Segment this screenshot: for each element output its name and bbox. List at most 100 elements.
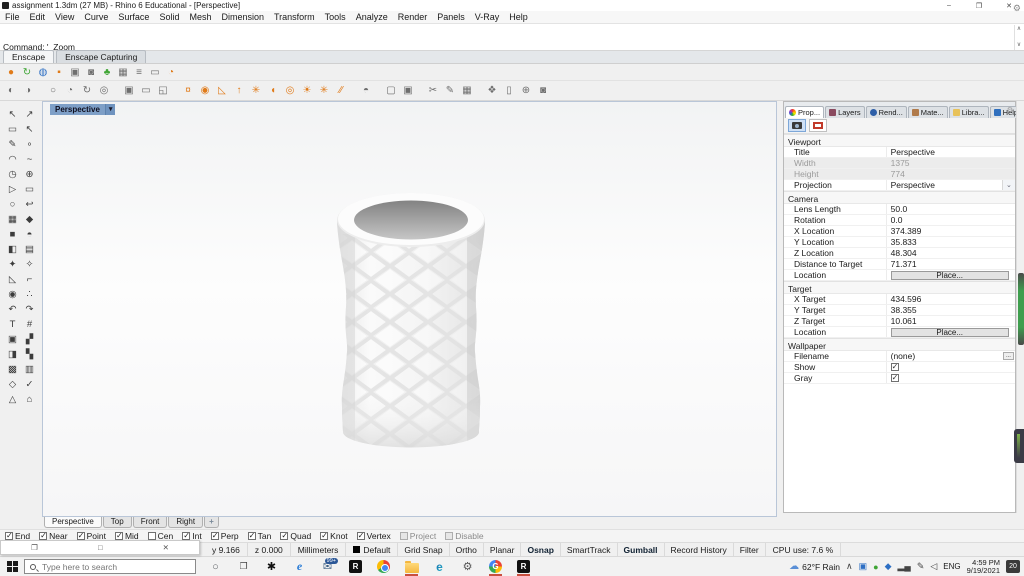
status-toggle[interactable]: Planar: [484, 543, 522, 556]
enscape-tool-icon[interactable]: ▣: [68, 65, 82, 79]
hidden-icons-chevron[interactable]: ∧: [846, 561, 853, 572]
menu-item[interactable]: Help: [504, 12, 533, 22]
clock[interactable]: 4:59 PM 9/19/2021: [967, 559, 1000, 575]
command-scroll[interactable]: ∧ ∨: [1014, 25, 1023, 50]
start-button[interactable]: [0, 557, 24, 576]
tool-icon[interactable]: ⌐: [21, 272, 38, 287]
vray-tool-icon[interactable]: ▢: [384, 84, 398, 98]
toolbar-tab[interactable]: Enscape Capturing: [56, 50, 146, 63]
osnap-toggle[interactable]: Disable: [445, 531, 483, 541]
active-layer-cell[interactable]: Default: [346, 543, 398, 556]
tool-icon[interactable]: T: [4, 317, 21, 332]
units-cell[interactable]: Millimeters: [291, 543, 347, 556]
menu-item[interactable]: V-Ray: [470, 12, 505, 22]
tool-icon[interactable]: ○: [4, 197, 21, 212]
tool-icon[interactable]: ◇: [4, 377, 21, 392]
menu-item[interactable]: Curve: [79, 12, 113, 22]
viewport-tab[interactable]: Top: [103, 517, 132, 528]
osnap-toggle[interactable]: Vertex: [357, 531, 391, 541]
rhino-taskbar-icon-2[interactable]: R: [516, 558, 531, 575]
enscape-tool-icon[interactable]: ▭: [148, 65, 162, 79]
checkbox-icon[interactable]: [891, 374, 899, 382]
tool-icon[interactable]: ✎: [4, 137, 21, 152]
vray-tool-icon[interactable]: ✳: [317, 84, 331, 98]
tool-icon[interactable]: ◺: [4, 272, 21, 287]
vray-tool-icon[interactable]: ▭: [139, 84, 153, 98]
tool-icon[interactable]: ↗: [21, 107, 38, 122]
toolbar-options-gear-icon[interactable]: ⚙: [1013, 3, 1021, 14]
tool-icon[interactable]: ▭: [21, 182, 38, 197]
tab-materials[interactable]: Mate...: [908, 106, 948, 118]
mini-maximize-icon[interactable]: □: [98, 543, 103, 552]
vray-tool-icon[interactable]: ✎: [443, 84, 457, 98]
tool-icon[interactable]: #: [21, 317, 38, 332]
vray-tool-icon[interactable]: ◔: [63, 84, 77, 98]
scroll-down-icon[interactable]: ∨: [1017, 41, 1021, 50]
enscape-tool-icon[interactable]: ◙: [84, 65, 98, 79]
enscape-tool-icon[interactable]: ◔: [164, 65, 178, 79]
pinwheel-app-icon[interactable]: ✱: [264, 558, 279, 575]
menu-item[interactable]: Transform: [269, 12, 320, 22]
viewport-tab[interactable]: +: [204, 517, 219, 528]
osnap-toggle[interactable]: Knot: [320, 531, 348, 541]
viewport-title[interactable]: Perspective: [50, 104, 105, 115]
tool-icon[interactable]: ⌂: [21, 392, 38, 407]
tool-icon[interactable]: ▥: [21, 362, 38, 377]
enscape-tool-icon[interactable]: ♣: [100, 65, 114, 79]
scrollbar-thumb[interactable]: [1018, 273, 1024, 345]
vray-tool-icon[interactable]: ◓: [359, 84, 373, 98]
vray-tool-icon[interactable]: ▣: [122, 84, 136, 98]
task-view-icon[interactable]: ❐: [236, 558, 251, 575]
osnap-toggle[interactable]: Tan: [248, 531, 272, 541]
menu-item[interactable]: View: [50, 12, 79, 22]
tool-icon[interactable]: ▩: [4, 362, 21, 377]
enscape-tool-icon[interactable]: ↻: [20, 65, 34, 79]
vray-tool-icon[interactable]: ⊕: [519, 84, 533, 98]
tool-icon[interactable]: ▤: [21, 242, 38, 257]
tool-icon[interactable]: ↖: [21, 122, 38, 137]
vray-tool-icon[interactable]: ▦: [460, 84, 474, 98]
tool-icon[interactable]: ◧: [4, 242, 21, 257]
place-button[interactable]: Place...: [891, 271, 1009, 280]
vray-tool-icon[interactable]: ✳: [249, 84, 263, 98]
tool-icon[interactable]: ⊕: [21, 167, 38, 182]
mail-icon[interactable]: ✉ 99+: [320, 558, 335, 575]
tool-icon[interactable]: ▞: [21, 332, 38, 347]
enscape-tool-icon[interactable]: ◍: [36, 65, 50, 79]
vray-tool-icon[interactable]: ◙: [536, 84, 550, 98]
status-toggle[interactable]: Gumball: [618, 543, 665, 556]
osnap-toggle[interactable]: Perp: [211, 531, 239, 541]
language-indicator[interactable]: ENG: [943, 562, 960, 571]
vase-3d-model[interactable]: [333, 182, 493, 472]
status-toggle[interactable]: Osnap: [521, 543, 560, 556]
minimize-button[interactable]: –: [934, 0, 964, 11]
chrome-icon[interactable]: [376, 558, 391, 575]
settings-gear-icon[interactable]: ⚙: [460, 558, 475, 575]
update-icon[interactable]: ●: [873, 562, 878, 572]
menu-item[interactable]: Edit: [25, 12, 51, 22]
scroll-up-icon[interactable]: ∧: [1017, 25, 1021, 34]
menu-item[interactable]: Mesh: [184, 12, 216, 22]
vray-tool-icon[interactable]: ☀: [300, 84, 314, 98]
chevron-down-icon[interactable]: ⌄: [1002, 180, 1015, 190]
tool-icon[interactable]: ✧: [21, 257, 38, 272]
taskbar-search[interactable]: [24, 559, 196, 574]
tab-libraries[interactable]: Libra...: [949, 106, 989, 118]
search-input[interactable]: [40, 561, 170, 573]
action-center-icon[interactable]: 20: [1006, 560, 1020, 573]
tray-app-icon[interactable]: ▣: [859, 561, 868, 572]
tool-icon[interactable]: ◓: [21, 227, 38, 242]
tool-icon[interactable]: ▭: [4, 122, 21, 137]
tab-layers[interactable]: Layers: [825, 106, 865, 118]
enscape-tool-icon[interactable]: ▦: [116, 65, 130, 79]
status-toggle[interactable]: Filter: [734, 543, 766, 556]
internet-explorer-icon[interactable]: e: [292, 558, 307, 575]
google-app-icon[interactable]: G: [488, 558, 503, 575]
checkbox-icon[interactable]: [891, 363, 899, 371]
cortana-icon[interactable]: ○: [208, 558, 223, 575]
menu-item[interactable]: Panels: [432, 12, 470, 22]
vray-tool-icon[interactable]: ◉: [198, 84, 212, 98]
menu-item[interactable]: Solid: [154, 12, 184, 22]
viewport-properties-button[interactable]: [788, 119, 806, 132]
tool-icon[interactable]: ■: [4, 227, 21, 242]
